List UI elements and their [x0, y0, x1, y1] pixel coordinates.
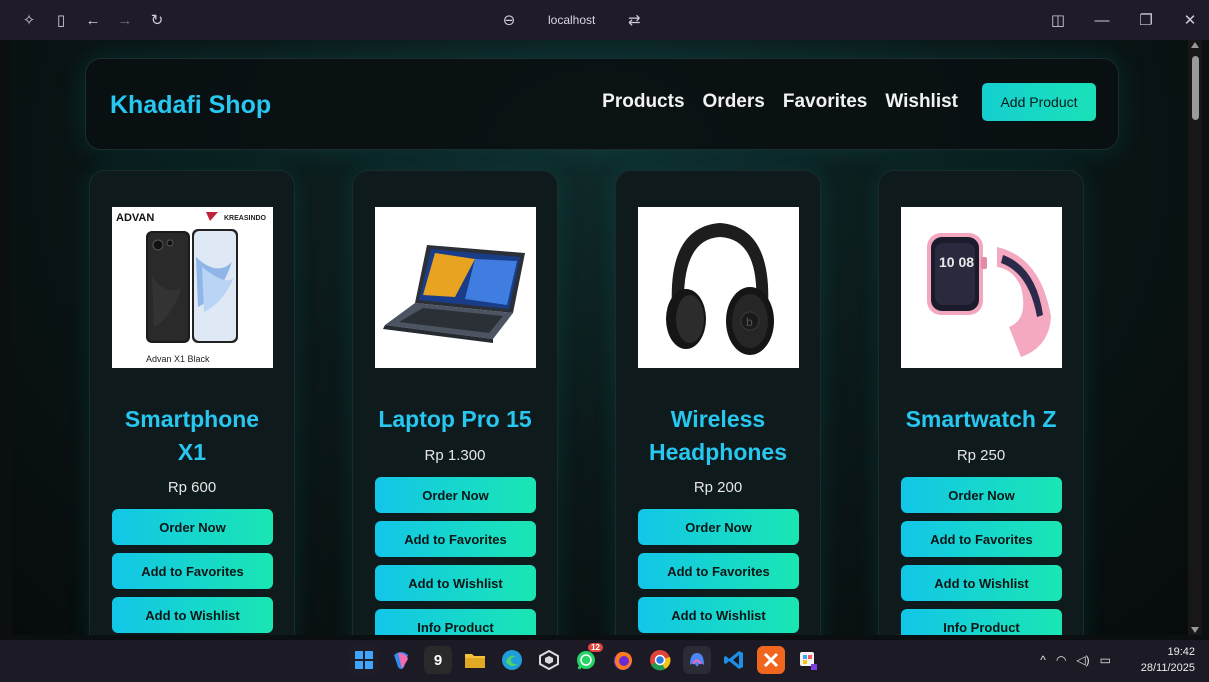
- taskbar-apps: 9 12: [350, 643, 822, 674]
- nav-link-orders[interactable]: Orders: [703, 91, 765, 113]
- refresh-icon[interactable]: ↻: [148, 11, 166, 29]
- order-now-button[interactable]: Order Now: [112, 509, 273, 545]
- product-title: Smartphone X1: [124, 406, 260, 465]
- nav-link-favorites[interactable]: Favorites: [783, 91, 867, 113]
- app-cube-icon[interactable]: [535, 646, 563, 674]
- product-card-smartphone: ADVAN KREASINDO Advan X1 Black Smartphon…: [89, 170, 295, 635]
- scroll-up-arrow-icon[interactable]: [1191, 42, 1199, 48]
- product-title: Wireless Headphones: [648, 406, 788, 465]
- file-explorer-icon[interactable]: [461, 646, 489, 674]
- add-to-favorites-button[interactable]: Add to Favorites: [638, 553, 799, 589]
- minimize-icon[interactable]: —: [1093, 11, 1111, 29]
- order-now-button[interactable]: Order Now: [901, 477, 1062, 513]
- site-navbar: Khadafi Shop Products Orders Favorites W…: [85, 58, 1119, 150]
- firefox-icon[interactable]: [609, 646, 637, 674]
- start-icon[interactable]: [350, 646, 378, 674]
- product-actions: Order Now Add to Favorites Add to Wishli…: [901, 477, 1062, 635]
- product-card-headphones: b Wireless Headphones Rp 200 Order Now A…: [615, 170, 821, 635]
- whatsapp-icon[interactable]: 12: [572, 643, 603, 674]
- site-info-icon[interactable]: ⊖: [500, 11, 518, 29]
- paint-icon[interactable]: [794, 646, 822, 674]
- laptop-image: [375, 207, 536, 368]
- address-bar[interactable]: localhost: [548, 13, 595, 27]
- product-image-smartwatch: 10 08: [901, 207, 1062, 368]
- add-to-wishlist-button[interactable]: Add to Wishlist: [901, 565, 1062, 601]
- scroll-down-arrow-icon[interactable]: [1191, 627, 1199, 633]
- headphones-image: b: [638, 207, 799, 368]
- product-card-smartwatch: 10 08 Smartwatch Z Rp 250 Order Now Add …: [878, 170, 1084, 635]
- order-now-button[interactable]: Order Now: [375, 477, 536, 513]
- xampp-icon[interactable]: [757, 646, 785, 674]
- taskbar: 9 12 ^ ◠ ◁) ▭ 19:42 28/11/2025: [0, 640, 1209, 682]
- edge-icon[interactable]: [498, 646, 526, 674]
- product-image-laptop: [375, 207, 536, 368]
- product-actions: Order Now Add to Favorites Add to Wishli…: [112, 509, 273, 633]
- add-to-favorites-button[interactable]: Add to Favorites: [901, 521, 1062, 557]
- site-settings-icon[interactable]: ⇄: [625, 11, 643, 29]
- back-icon[interactable]: ←: [84, 11, 102, 29]
- smartphone-image: ADVAN KREASINDO Advan X1 Black: [112, 207, 273, 368]
- split-screen-icon[interactable]: ◫: [1049, 11, 1067, 29]
- brand-logo[interactable]: Khadafi Shop: [110, 91, 271, 120]
- chrome-icon[interactable]: [646, 646, 674, 674]
- image-caption: Advan X1 Black: [146, 354, 210, 364]
- product-price: Rp 600: [167, 479, 217, 496]
- watch-time: 10 08: [939, 254, 974, 270]
- scroll-thumb[interactable]: [1192, 56, 1199, 120]
- info-product-button[interactable]: Info Product: [901, 609, 1062, 635]
- clock-time: 19:42: [1167, 646, 1195, 658]
- copilot-icon[interactable]: ✧: [20, 11, 38, 29]
- browser-toolbar: ✧ ▯ ← → ↻ ⊖ localhost ⇄ ◫ — ❐ ✕: [0, 0, 1209, 40]
- forward-icon[interactable]: →: [116, 11, 134, 29]
- add-to-favorites-button[interactable]: Add to Favorites: [375, 521, 536, 557]
- battery-icon[interactable]: ▭: [1100, 653, 1111, 667]
- kreasindo-logo: KREASINDO: [224, 215, 267, 222]
- sidebar-icon[interactable]: ▯: [52, 11, 70, 29]
- wifi-icon[interactable]: ◠: [1056, 653, 1066, 667]
- copilot-app-icon[interactable]: [387, 646, 415, 674]
- chevron-up-icon[interactable]: ^: [1040, 653, 1046, 667]
- svg-text:b: b: [746, 315, 753, 329]
- product-price: Rp 200: [693, 479, 743, 496]
- clock-date: 28/11/2025: [1140, 662, 1195, 674]
- order-now-button[interactable]: Order Now: [638, 509, 799, 545]
- add-to-favorites-button[interactable]: Add to Favorites: [112, 553, 273, 589]
- product-title: Laptop Pro 15: [378, 406, 532, 432]
- product-title: Smartwatch Z: [905, 406, 1057, 432]
- clock[interactable]: 19:42 28/11/2025: [1141, 644, 1195, 676]
- nav-link-products[interactable]: Products: [602, 91, 684, 113]
- add-to-wishlist-button[interactable]: Add to Wishlist: [112, 597, 273, 633]
- system-tray: ^ ◠ ◁) ▭: [1040, 653, 1111, 667]
- smartwatch-image: 10 08: [901, 207, 1062, 368]
- restore-icon[interactable]: ❐: [1137, 11, 1155, 29]
- product-image-smartphone: ADVAN KREASINDO Advan X1 Black: [112, 207, 273, 368]
- nav-links: Products Orders Favorites Wishlist: [602, 91, 958, 113]
- product-price: Rp 1.300: [424, 447, 486, 464]
- nav-link-wishlist[interactable]: Wishlist: [885, 91, 958, 113]
- whatsapp-badge: 12: [588, 643, 603, 652]
- close-icon[interactable]: ✕: [1181, 11, 1199, 29]
- vscode-icon[interactable]: [720, 646, 748, 674]
- copilot-browser-icon[interactable]: [683, 646, 711, 674]
- product-actions: Order Now Add to Favorites Add to Wishli…: [375, 477, 536, 635]
- advan-logo: ADVAN: [116, 212, 154, 224]
- product-actions: Order Now Add to Favorites Add to Wishli…: [638, 509, 799, 633]
- info-product-button[interactable]: Info Product: [375, 609, 536, 635]
- app-9-icon[interactable]: 9: [424, 646, 452, 674]
- page-viewport: Khadafi Shop Products Orders Favorites W…: [12, 40, 1188, 635]
- product-image-headphones: b: [638, 207, 799, 368]
- add-product-button[interactable]: Add Product: [982, 83, 1096, 121]
- product-price: Rp 250: [956, 447, 1006, 464]
- page-scrollbar[interactable]: [1188, 40, 1202, 635]
- add-to-wishlist-button[interactable]: Add to Wishlist: [375, 565, 536, 601]
- volume-icon[interactable]: ◁): [1076, 653, 1089, 667]
- product-card-laptop: Laptop Pro 15 Rp 1.300 Order Now Add to …: [352, 170, 558, 635]
- add-to-wishlist-button[interactable]: Add to Wishlist: [638, 597, 799, 633]
